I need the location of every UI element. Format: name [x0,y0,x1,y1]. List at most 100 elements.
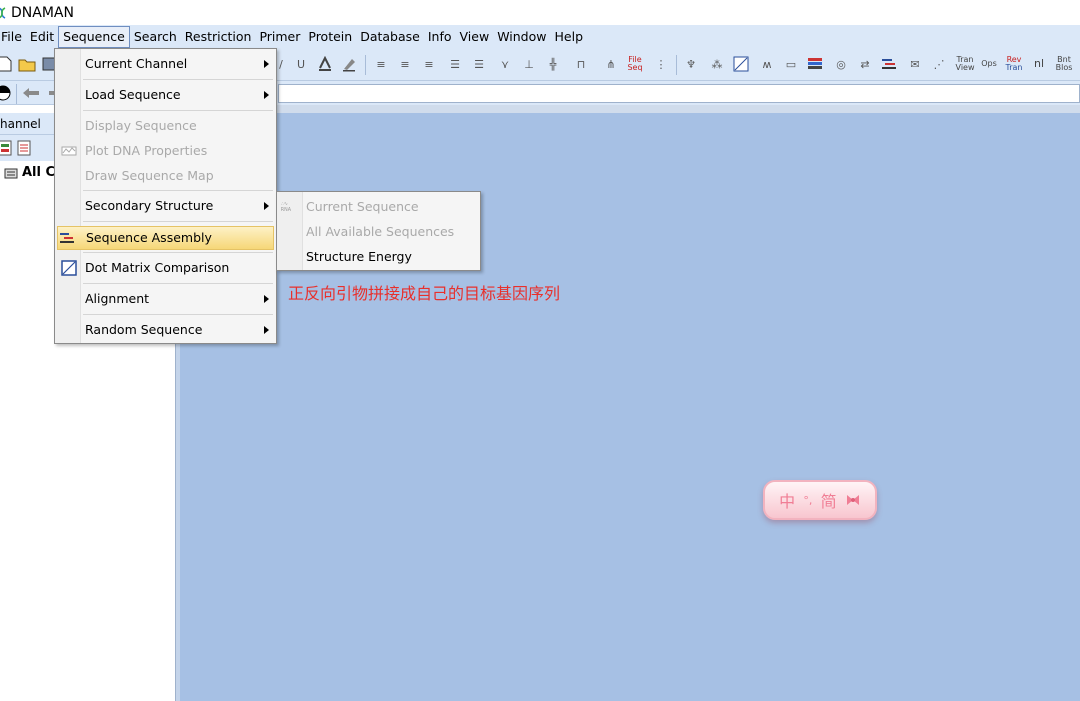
menu-separator [83,79,273,80]
menu-sequence[interactable]: Sequence [58,26,130,48]
numbered-list-icon[interactable]: ☰ [470,55,488,73]
tran-view-icon[interactable]: Tran View [955,55,975,73]
submenu-item-label: Current Sequence [306,199,419,214]
menu-separator [83,314,273,315]
submenu-item-current-sequence: ∴∿ RNA Current Sequence [279,195,478,219]
menu-edit[interactable]: Edit [26,26,58,48]
ime-mode-label[interactable]: 中 [779,488,795,512]
toolbar-separator [676,55,677,75]
menu-item-load-sequence[interactable]: Load Sequence [57,83,274,107]
menu-item-label: Dot Matrix Comparison [85,260,230,275]
ops-icon[interactable]: Ops [980,55,998,73]
submenu-arrow-icon [264,60,269,68]
submenu-arrow-icon [264,91,269,99]
dnaman-app-icon [0,6,6,19]
rev-tran-icon[interactable]: Rev Tran [1005,55,1023,73]
ime-toolbar[interactable]: 中 °, 简 [763,480,877,520]
cut-icon[interactable]: ⋔ [602,55,620,73]
seq-sample-icon[interactable]: ⋮ [652,55,670,73]
menu-item-label: Load Sequence [85,87,181,102]
svg-text:∴∿: ∴∿ [281,202,288,207]
nt-label: nl [1033,57,1045,70]
toolbar-separator [16,84,17,104]
blast-icon[interactable]: Bnt Blos [1055,55,1073,73]
histogram-icon[interactable]: ⊓ [572,55,590,73]
primer-icon[interactable]: ⇄ [856,55,874,73]
menu-separator [83,283,273,284]
submenu-item-label: Structure Energy [306,249,412,264]
menu-database[interactable]: Database [356,26,424,48]
sequence-list-icon[interactable] [806,55,824,73]
circular-map-icon[interactable]: ◎ [832,55,850,73]
highlight-icon[interactable] [340,55,358,73]
back-arrow-icon[interactable] [22,84,40,102]
submenu-arrow-icon [264,326,269,334]
channel-add-icon[interactable] [0,139,14,157]
ime-simplified-label[interactable]: 简 [821,488,837,512]
submenu-item-label: All Available Sequences [306,224,455,239]
nt-icon[interactable]: nl [1030,55,1048,73]
secondary-structure-submenu: ∴∿ RNA Current Sequence All Available Seq… [276,191,481,271]
align-center-icon[interactable]: ≡ [396,55,414,73]
open-folder-icon[interactable] [18,55,36,73]
sequence-address-field[interactable] [278,84,1080,103]
menu-item-random-sequence[interactable]: Random Sequence [57,318,274,342]
submenu-arrow-icon [264,295,269,303]
alignment-box-icon[interactable]: ▭ [782,55,800,73]
menu-item-label: Random Sequence [85,322,203,337]
menu-item-draw-sequence-map: Draw Sequence Map [57,164,274,188]
menu-item-secondary-structure[interactable]: Secondary Structure [57,194,274,218]
map-icon[interactable]: ⊥ [520,55,538,73]
menu-protein[interactable]: Protein [304,26,356,48]
tran-view-line2: View [955,63,975,72]
channel-notes-icon[interactable] [15,139,33,157]
menu-help[interactable]: Help [551,26,588,48]
rna-icon[interactable]: ⋰ [930,55,948,73]
submenu-item-structure-energy[interactable]: Structure Energy [279,245,478,269]
tree-folder-icon [4,168,18,178]
menu-view[interactable]: View [456,26,494,48]
menu-item-alignment[interactable]: Alignment [57,287,274,311]
phylogeny-icon[interactable]: ⁂ [708,55,726,73]
menu-item-sequence-assembly[interactable]: Sequence Assembly [57,226,274,250]
menu-item-label: Sequence Assembly [86,230,212,245]
plot-properties-icon [61,146,77,156]
file-seq-icon[interactable]: File Seq [626,55,644,73]
dot-matrix-icon [61,260,77,276]
chart-icon[interactable]: ╬ [544,55,562,73]
assembly-icon[interactable] [880,55,898,73]
mail-icon[interactable]: ✉ [906,55,924,73]
menu-file[interactable]: File [0,26,26,48]
menu-separator [83,221,273,222]
file-seq-label: File Seq [627,55,643,72]
tree-root-label: All C [22,165,56,180]
underline-icon[interactable]: U [292,55,310,73]
sequence-menu-dropdown: Current Channel Load Sequence Display Se… [54,48,277,344]
toolbar-separator [365,55,366,75]
menu-item-label: Secondary Structure [85,198,214,213]
channel-disk-icon[interactable] [0,84,12,102]
menu-info[interactable]: Info [424,26,456,48]
align-left-icon[interactable]: ≡ [372,55,390,73]
ime-bow-icon[interactable] [845,493,861,507]
rev-tran-line2: Tran [1005,63,1023,72]
menu-search[interactable]: Search [130,26,181,48]
menu-item-label: Draw Sequence Map [85,168,214,183]
menu-primer[interactable]: Primer [255,26,304,48]
dot-plot-icon[interactable] [732,55,750,73]
channel-tree-root[interactable]: All C [4,165,55,180]
menu-restriction[interactable]: Restriction [181,26,256,48]
font-color-icon[interactable] [316,55,334,73]
title-bar: DNAMAN [0,0,1080,25]
new-file-icon[interactable] [0,55,14,73]
menu-item-current-channel[interactable]: Current Channel [57,52,274,76]
peaks-icon[interactable]: ʍ [758,55,776,73]
bullet-list-icon[interactable]: ☰ [446,55,464,73]
menu-window[interactable]: Window [493,26,550,48]
menu-item-dot-matrix-comparison[interactable]: Dot Matrix Comparison [57,256,274,280]
restriction-icon[interactable]: ⋎ [496,55,514,73]
tree-icon[interactable]: ♆ [682,55,700,73]
window-title: DNAMAN [11,4,74,21]
align-right-icon[interactable]: ≡ [420,55,438,73]
ime-punct-label[interactable]: °, [803,494,812,507]
